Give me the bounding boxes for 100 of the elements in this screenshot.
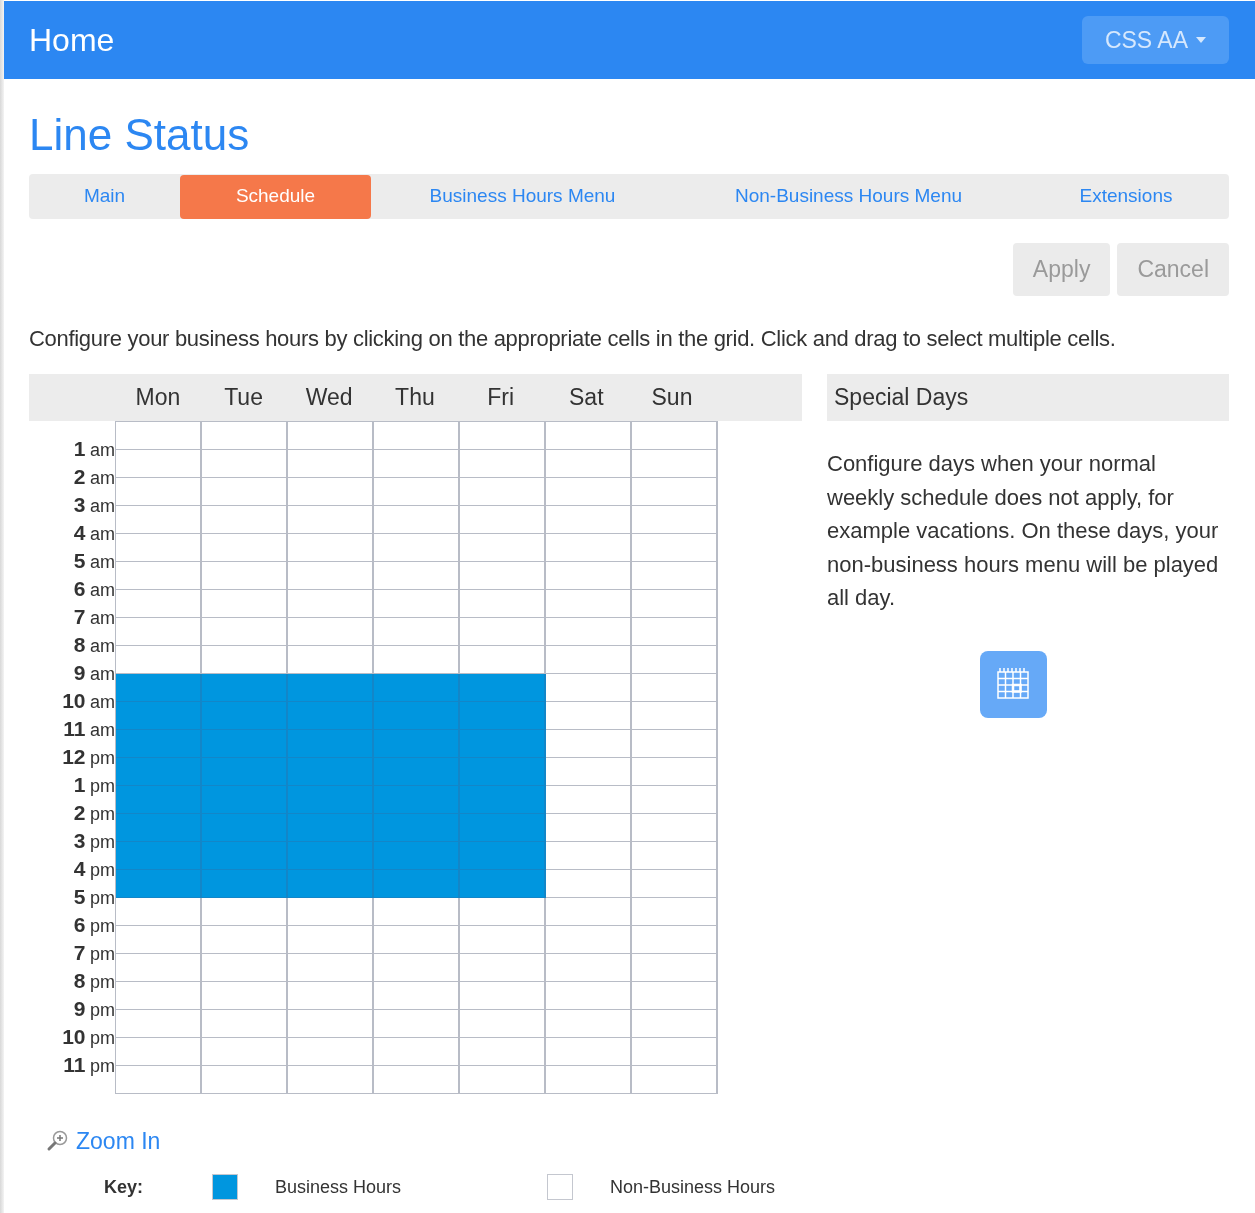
schedule-cell[interactable]: [632, 618, 718, 646]
schedule-cell[interactable]: [116, 590, 202, 618]
schedule-cell[interactable]: [116, 562, 202, 590]
schedule-cell[interactable]: [632, 506, 718, 534]
schedule-cell[interactable]: [288, 478, 374, 506]
schedule-cell[interactable]: [460, 562, 546, 590]
schedule-cell[interactable]: [288, 982, 374, 1010]
schedule-cell[interactable]: [288, 506, 374, 534]
schedule-cell[interactable]: [202, 1010, 288, 1038]
schedule-cell[interactable]: [374, 982, 460, 1010]
schedule-cell[interactable]: [202, 478, 288, 506]
schedule-cell[interactable]: [202, 450, 288, 478]
schedule-cell[interactable]: [632, 1010, 718, 1038]
schedule-cell[interactable]: [546, 534, 632, 562]
schedule-cell[interactable]: [460, 870, 546, 898]
schedule-cell[interactable]: [288, 450, 374, 478]
schedule-cell[interactable]: [460, 506, 546, 534]
schedule-cell[interactable]: [632, 982, 718, 1010]
schedule-cell[interactable]: [460, 646, 546, 674]
schedule-cell[interactable]: [374, 534, 460, 562]
schedule-cell[interactable]: [116, 478, 202, 506]
schedule-cell[interactable]: [460, 730, 546, 758]
schedule-cell[interactable]: [546, 730, 632, 758]
schedule-cell[interactable]: [116, 954, 202, 982]
schedule-cell[interactable]: [202, 1066, 288, 1094]
schedule-cell[interactable]: [374, 618, 460, 646]
schedule-cell[interactable]: [546, 702, 632, 730]
schedule-cell[interactable]: [546, 422, 632, 450]
schedule-cell[interactable]: [288, 562, 374, 590]
schedule-cell[interactable]: [374, 506, 460, 534]
schedule-cell[interactable]: [202, 506, 288, 534]
schedule-cell[interactable]: [116, 646, 202, 674]
schedule-cell[interactable]: [546, 478, 632, 506]
schedule-cell[interactable]: [288, 646, 374, 674]
tab[interactable]: Schedule: [180, 174, 371, 219]
schedule-cell[interactable]: [546, 814, 632, 842]
schedule-cell[interactable]: [116, 842, 202, 870]
schedule-cell[interactable]: [288, 898, 374, 926]
schedule-cell[interactable]: [116, 702, 202, 730]
schedule-cell[interactable]: [374, 646, 460, 674]
schedule-cell[interactable]: [116, 982, 202, 1010]
schedule-cell[interactable]: [460, 674, 546, 702]
schedule-cell[interactable]: [374, 1066, 460, 1094]
schedule-cell[interactable]: [460, 954, 546, 982]
schedule-cell[interactable]: [374, 954, 460, 982]
schedule-cell[interactable]: [632, 450, 718, 478]
schedule-cell[interactable]: [460, 758, 546, 786]
schedule-cell[interactable]: [202, 898, 288, 926]
schedule-cell[interactable]: [288, 1038, 374, 1066]
schedule-cell[interactable]: [632, 590, 718, 618]
schedule-cell[interactable]: [288, 618, 374, 646]
schedule-cell[interactable]: [546, 674, 632, 702]
schedule-cell[interactable]: [374, 1010, 460, 1038]
schedule-cell[interactable]: [374, 898, 460, 926]
schedule-cell[interactable]: [546, 562, 632, 590]
schedule-cell[interactable]: [116, 926, 202, 954]
schedule-cell[interactable]: [460, 1010, 546, 1038]
theme-dropdown-button[interactable]: CSS AA: [1081, 16, 1229, 64]
schedule-cell[interactable]: [374, 422, 460, 450]
schedule-cell[interactable]: [116, 534, 202, 562]
schedule-cell[interactable]: [116, 898, 202, 926]
schedule-cell[interactable]: [632, 534, 718, 562]
schedule-cell[interactable]: [288, 1010, 374, 1038]
schedule-cell[interactable]: [202, 926, 288, 954]
schedule-cell[interactable]: [116, 786, 202, 814]
schedule-cell[interactable]: [460, 478, 546, 506]
schedule-cell[interactable]: [632, 926, 718, 954]
schedule-cell[interactable]: [374, 674, 460, 702]
schedule-cell[interactable]: [202, 646, 288, 674]
schedule-cell[interactable]: [116, 506, 202, 534]
tab[interactable]: Business Hours Menu: [371, 174, 674, 219]
schedule-cell[interactable]: [374, 870, 460, 898]
schedule-cell[interactable]: [116, 450, 202, 478]
schedule-cell[interactable]: [202, 534, 288, 562]
schedule-cell[interactable]: [460, 1038, 546, 1066]
schedule-cell[interactable]: [460, 926, 546, 954]
schedule-cell[interactable]: [632, 1038, 718, 1066]
schedule-cell[interactable]: [632, 422, 718, 450]
schedule-cell[interactable]: [546, 926, 632, 954]
schedule-cell[interactable]: [460, 982, 546, 1010]
tab[interactable]: Non-Business Hours Menu: [674, 174, 1023, 219]
schedule-cell[interactable]: [632, 758, 718, 786]
schedule-cell[interactable]: [546, 954, 632, 982]
schedule-cell[interactable]: [546, 1038, 632, 1066]
schedule-cell[interactable]: [632, 954, 718, 982]
schedule-cell[interactable]: [374, 562, 460, 590]
schedule-cell[interactable]: [116, 618, 202, 646]
schedule-cell[interactable]: [546, 1010, 632, 1038]
schedule-cell[interactable]: [546, 646, 632, 674]
schedule-cell[interactable]: [632, 870, 718, 898]
schedule-cell[interactable]: [116, 422, 202, 450]
schedule-cell[interactable]: [202, 954, 288, 982]
schedule-cell[interactable]: [632, 814, 718, 842]
schedule-cell[interactable]: [288, 590, 374, 618]
schedule-cell[interactable]: [116, 814, 202, 842]
schedule-cell[interactable]: [546, 786, 632, 814]
schedule-cell[interactable]: [202, 982, 288, 1010]
schedule-cell[interactable]: [632, 646, 718, 674]
schedule-cell[interactable]: [546, 450, 632, 478]
schedule-cell[interactable]: [116, 1066, 202, 1094]
